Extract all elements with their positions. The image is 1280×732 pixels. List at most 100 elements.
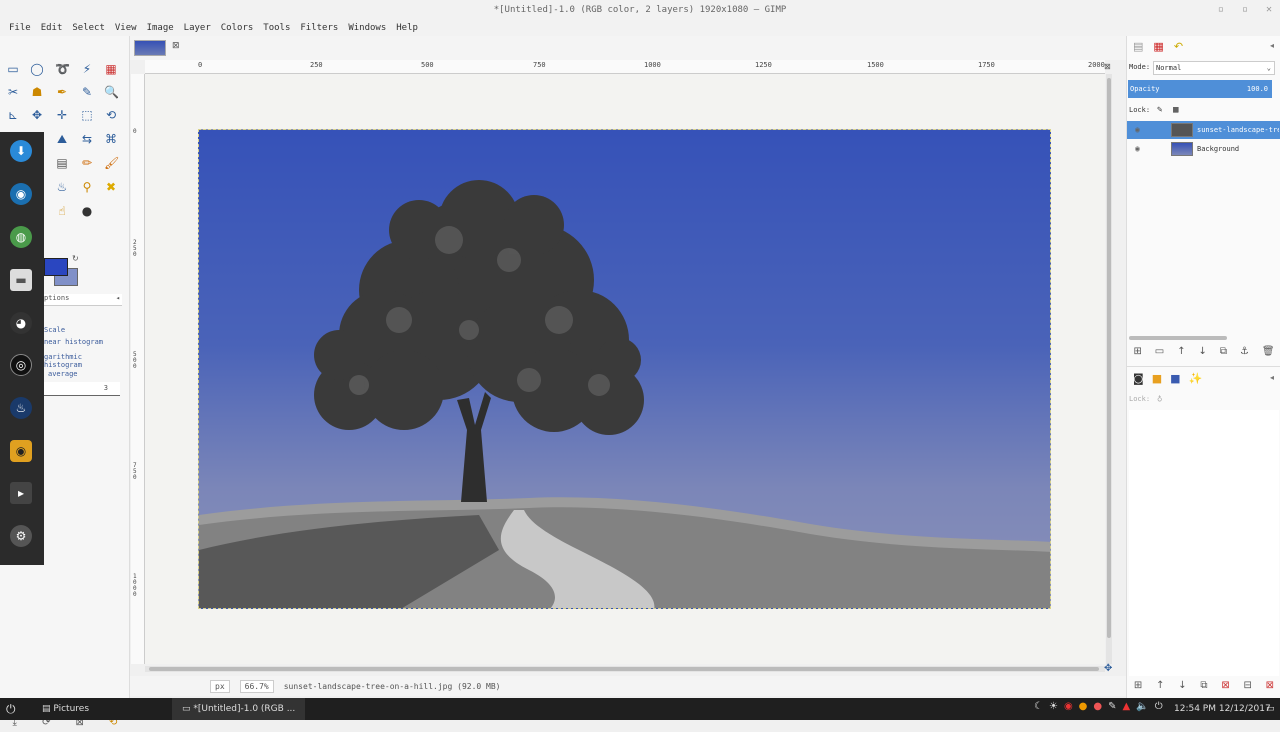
airbrush-icon[interactable]: ♨ — [55, 180, 69, 194]
close-button[interactable]: ✕ — [1266, 0, 1272, 20]
start-menu-icon[interactable]: ⏻ — [6, 698, 16, 720]
horizontal-scroll-thumb[interactable] — [149, 667, 1099, 671]
crop-icon[interactable]: ⬚ — [80, 108, 94, 122]
night-mode-icon[interactable]: ☾ — [1034, 701, 1043, 712]
option-spinner[interactable]: 3 — [44, 382, 120, 396]
brightness-icon[interactable]: ☀ — [1049, 701, 1058, 712]
taskbar-pictures[interactable]: ▤ Pictures — [42, 698, 89, 720]
update-icon[interactable]: ● — [1093, 701, 1102, 712]
layer-row[interactable]: ◉ Background — [1127, 140, 1280, 158]
rect-select-icon[interactable]: ▭ — [6, 62, 20, 76]
raise-layer-icon[interactable]: ↑ — [1177, 346, 1185, 357]
menu-windows[interactable]: Windows — [343, 20, 391, 36]
paintbrush-icon[interactable]: 🖌 — [104, 156, 119, 170]
paths-icon[interactable]: ✒ — [55, 85, 69, 99]
swap-colors-icon[interactable]: ↻ — [72, 254, 79, 263]
ellipse-select-icon[interactable]: ◯ — [30, 62, 44, 76]
menu-edit[interactable]: Edit — [36, 20, 68, 36]
lower-layer-icon[interactable]: ↓ — [1199, 346, 1207, 357]
show-desktop-icon[interactable]: ▭ — [1266, 698, 1275, 720]
patterns-tab-icon[interactable]: ■ — [1152, 372, 1162, 385]
zoom-select[interactable]: 66.7% — [239, 679, 274, 693]
menu-image[interactable]: Image — [142, 20, 179, 36]
clock[interactable]: 12:54 PM 12/12/2017 — [1174, 698, 1271, 720]
canvas-area[interactable] — [145, 74, 1105, 664]
layer-row[interactable]: ◉ sunset-landscape-tree-on-a-hill.jpg — [1127, 121, 1280, 139]
paths-tab-icon[interactable]: ↶ — [1174, 40, 1183, 53]
blend-icon[interactable]: ▤ — [55, 156, 69, 170]
lower-item-icon[interactable]: ↓ — [1178, 680, 1186, 691]
menu-file[interactable]: File — [4, 20, 36, 36]
obs-icon[interactable]: ◎ — [10, 354, 32, 376]
new-layer-icon[interactable]: ⊞ — [1133, 346, 1141, 357]
pencil-icon[interactable]: ✏ — [80, 156, 94, 170]
close-tab-icon[interactable]: ⊠ — [172, 41, 180, 51]
power-icon[interactable]: ⏻ — [1155, 701, 1163, 712]
media-icon[interactable]: ◉ — [10, 440, 32, 462]
steam-icon[interactable]: ♨ — [10, 397, 32, 419]
channels-tab-icon[interactable]: ▦ — [1153, 40, 1163, 53]
foreground-select-icon[interactable]: ☗ — [30, 85, 44, 99]
fuzzy-select-icon[interactable]: ⚡ — [80, 62, 94, 76]
paint-item-icon[interactable]: ⊟ — [1244, 680, 1252, 691]
eye-icon[interactable]: ◉ — [1135, 140, 1140, 158]
files-icon[interactable]: ▬ — [10, 269, 32, 291]
anchor-layer-icon[interactable]: ⚓ — [1240, 346, 1249, 357]
menu-help[interactable]: Help — [391, 20, 423, 36]
delete-item-icon[interactable]: ⊠ — [1221, 680, 1229, 691]
tool-options-tab[interactable]: ptions ◂ — [44, 294, 122, 306]
option-linear-histogram[interactable]: near histogram — [44, 338, 103, 346]
tools-icon[interactable]: ✎ — [1108, 701, 1116, 712]
browser-icon[interactable]: ◉ — [10, 183, 32, 205]
zoom-fit-icon[interactable]: ⊠ — [1104, 62, 1111, 71]
horizontal-scrollbar[interactable] — [145, 666, 1105, 672]
remove-item-icon[interactable]: ⊠ — [1266, 680, 1274, 691]
layers-tab-icon[interactable]: ▤ — [1133, 40, 1143, 53]
option-scale[interactable]: Scale — [44, 326, 65, 334]
opacity-slider[interactable]: Opacity 100.0 — [1128, 80, 1272, 98]
foreground-color-swatch[interactable] — [44, 258, 68, 276]
lower-dock-menu-icon[interactable]: ◂ — [1270, 373, 1274, 382]
maximize-button[interactable]: ▫ — [1242, 0, 1248, 20]
vertical-scrollbar[interactable] — [1106, 74, 1112, 664]
free-select-icon[interactable]: ➰ — [55, 62, 70, 76]
unit-select[interactable]: px — [210, 679, 230, 693]
zoom-icon[interactable]: 🔍 — [104, 85, 119, 99]
gimp-icon[interactable]: ◕ — [10, 312, 32, 334]
channels-list[interactable] — [1129, 410, 1279, 676]
measure-icon[interactable]: ⊾ — [6, 108, 20, 122]
flip-icon[interactable]: ⇆ — [80, 132, 94, 146]
eye-icon[interactable]: ◉ — [1135, 121, 1140, 139]
lock-alpha-icon[interactable]: ▦ — [1173, 105, 1178, 115]
terminal-icon[interactable]: ▸ — [10, 482, 32, 504]
lock-pixels-icon[interactable]: ✎ — [1157, 105, 1162, 115]
menu-colors[interactable]: Colors — [216, 20, 259, 36]
option-average[interactable]: average — [48, 370, 78, 378]
minimize-button[interactable]: ▫ — [1218, 0, 1224, 20]
new-group-icon[interactable]: ▭ — [1155, 346, 1164, 357]
alert-icon[interactable]: ▲ — [1123, 701, 1131, 712]
navigate-icon[interactable]: ✥ — [1104, 663, 1112, 674]
menu-tools[interactable]: Tools — [258, 20, 295, 36]
taskbar-gimp[interactable]: ▭ *[Untitled]-1.0 (RGB ... — [172, 698, 306, 720]
duplicate-item-icon[interactable]: ⧉ — [1200, 680, 1207, 691]
heal-icon[interactable]: ✖ — [104, 180, 118, 194]
panel-menu-icon[interactable]: ◂ — [116, 294, 120, 302]
scissors-icon[interactable]: ✂ — [6, 85, 20, 99]
download-icon[interactable]: ⬇ — [10, 140, 32, 162]
gradients-tab-icon[interactable]: ■ — [1170, 372, 1180, 385]
globe-icon[interactable]: ◍ — [10, 226, 32, 248]
menu-view[interactable]: View — [110, 20, 142, 36]
mode-select[interactable]: Normal ⌄ — [1153, 61, 1275, 75]
image-tab-thumbnail[interactable] — [134, 40, 166, 56]
volume-icon[interactable]: 🔈 — [1136, 701, 1148, 712]
option-log-histogram[interactable]: garithmic histogram — [44, 353, 124, 369]
new-item-icon[interactable]: ⊞ — [1134, 680, 1142, 691]
smudge-icon[interactable]: ☝ — [55, 204, 69, 218]
menu-filters[interactable]: Filters — [295, 20, 343, 36]
bitcoin-icon[interactable]: ● — [1079, 701, 1088, 712]
dodge-burn-icon[interactable]: ● — [80, 204, 94, 218]
dock-menu-icon[interactable]: ◂ — [1270, 41, 1274, 50]
lock-position-icon[interactable]: ♁ — [1157, 394, 1162, 404]
image-canvas[interactable] — [198, 129, 1051, 609]
